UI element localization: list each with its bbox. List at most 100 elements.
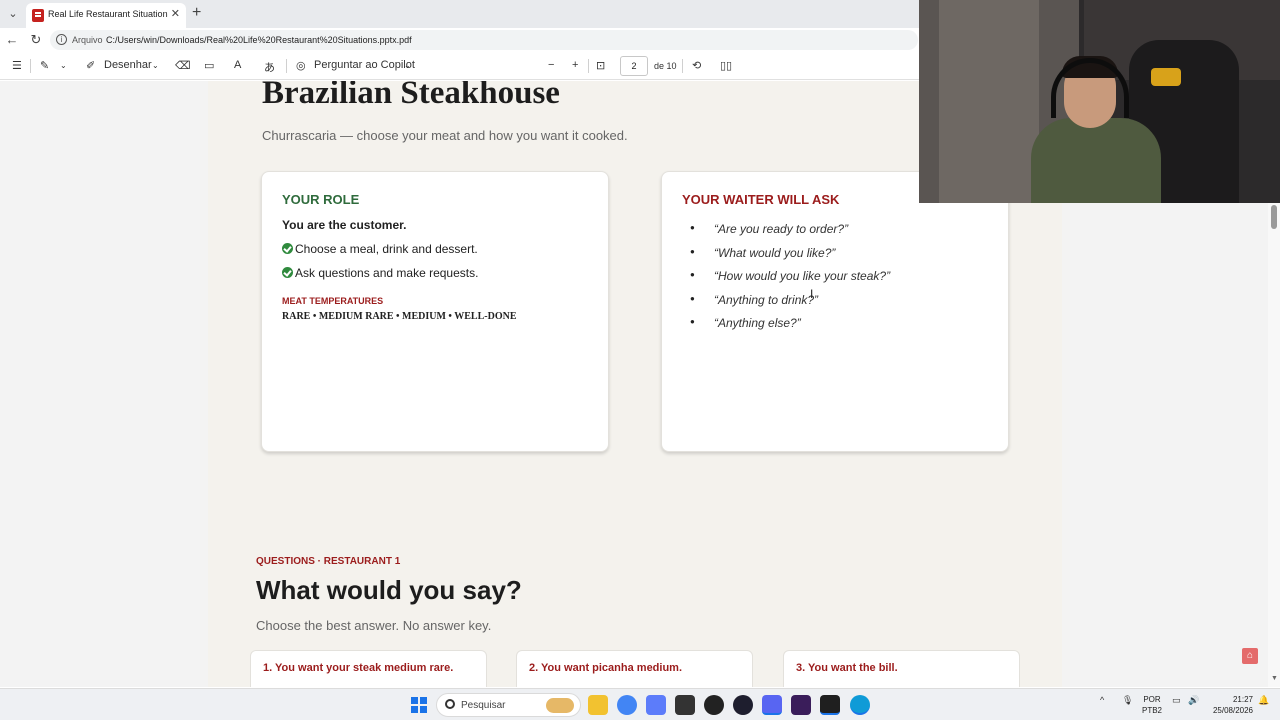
site-info-icon[interactable]: i (56, 34, 67, 45)
slide-kicker: QUESTIONS · RESTAURANT 1 (256, 556, 401, 567)
app-icon-arrow[interactable] (733, 695, 753, 715)
question-card-title: 2. You want picanha medium. (529, 662, 683, 674)
meat-temps-label: MEAT TEMPERATURES (282, 296, 384, 306)
highlighter-icon[interactable]: ✎ (40, 59, 49, 72)
rotate-icon[interactable]: ⟲ (692, 59, 701, 72)
adobe-acrobat-icon[interactable]: ⌂ (1242, 648, 1258, 664)
close-tab-icon[interactable]: ✕ (171, 7, 180, 20)
waiter-card: YOUR WAITER WILL ASK “Are you ready to o… (661, 171, 1009, 452)
tray-chevron-icon[interactable]: ^ (1100, 695, 1104, 705)
check-icon (282, 267, 293, 278)
question-card: 1. You want your steak medium rare. (250, 650, 487, 687)
browser-tab[interactable]: Real Life Restaurant Situations.pptx ✕ (26, 3, 186, 28)
volume-icon[interactable]: 🔊 (1188, 695, 1199, 706)
back-arrow-icon[interactable]: ← (4, 32, 20, 47)
role-item-text: Choose a meal, drink and dessert. (295, 242, 478, 256)
url-field[interactable]: i Arquivo C:/Users/win/Downloads/Real%20… (50, 30, 918, 50)
zoom-out-icon[interactable]: − (548, 59, 554, 71)
copilot-chevron-icon[interactable]: ⌄ (404, 61, 411, 70)
draw-button[interactable]: Desenhar (104, 59, 152, 71)
slide-subtitle: Churrascaria — choose your meat and how … (262, 128, 628, 143)
question-card-title: 1. You want your steak medium rare. (263, 662, 454, 674)
url-text[interactable]: C:/Users/win/Downloads/Real%20Life%20Res… (106, 35, 412, 45)
tab-title: Real Life Restaurant Situations.pptx (48, 9, 168, 19)
language-indicator[interactable]: POR PTB2 (1141, 694, 1163, 716)
tab-strip: ⌄ Real Life Restaurant Situations.pptx ✕… (0, 0, 920, 28)
search-highlight-icon (546, 698, 574, 713)
app-icon-dark-cube[interactable] (675, 695, 695, 715)
toolbar-divider (588, 59, 589, 73)
waiter-questions-list: “Are you ready to order?” “What would yo… (688, 222, 890, 340)
role-item-text: Ask questions and make requests. (295, 266, 479, 280)
tab-search-chevron-icon[interactable]: ⌄ (4, 5, 22, 23)
waiter-question: “Anything to drink?” (688, 293, 890, 317)
slide-page-3: QUESTIONS · RESTAURANT 1 What would you … (208, 520, 1062, 687)
read-aloud-icon[interactable]: A (234, 59, 241, 71)
role-item: Ask questions and make requests. (282, 266, 478, 280)
refresh-icon[interactable]: ↻ (28, 32, 44, 48)
text-cursor-icon: I (810, 287, 814, 301)
obs-icon[interactable] (704, 695, 724, 715)
edge-icon[interactable] (850, 695, 870, 715)
taskbar-search-box[interactable]: Pesquisar (436, 693, 581, 717)
draw-pen-icon[interactable]: ✐ (86, 59, 95, 72)
file-explorer-icon[interactable] (588, 695, 608, 715)
language-code: POR (1143, 695, 1161, 704)
new-tab-button[interactable]: + (192, 4, 201, 22)
taskbar-search-placeholder: Pesquisar (461, 700, 506, 711)
meat-temps-value: RARE • MEDIUM RARE • MEDIUM • WELL-DONE (282, 311, 517, 322)
slide-subtitle: Choose the best answer. No answer key. (256, 618, 492, 633)
waiter-question: “What would you like?” (688, 246, 890, 270)
scrollbar-thumb[interactable] (1271, 205, 1277, 229)
clock[interactable]: 21:27 25/08/2026 (1205, 694, 1253, 716)
highlighter-chevron-icon[interactable]: ⌄ (60, 61, 67, 70)
toolbar-divider (286, 59, 287, 73)
waiter-question: “How would you like your steak?” (688, 269, 890, 293)
windows-start-icon[interactable] (411, 697, 427, 713)
webcam-overlay (919, 0, 1280, 203)
role-card: YOUR ROLE You are the customer. Choose a… (261, 171, 609, 452)
zoom-in-icon[interactable]: + (572, 59, 578, 71)
waiter-card-heading: YOUR WAITER WILL ASK (682, 192, 840, 207)
question-card-title: 3. You want the bill. (796, 662, 898, 674)
page-total-label: de 10 (654, 61, 677, 71)
slide-title: What would you say? (256, 575, 522, 605)
role-item: Choose a meal, drink and dessert. (282, 242, 478, 256)
app-icon-next[interactable] (791, 695, 811, 715)
fit-page-icon[interactable]: ⊡ (596, 59, 605, 72)
chair-logo (1151, 68, 1181, 86)
taskbar: Pesquisar ^ 🎙 POR PTB2 ▭ 🔊 21:27 25/08/2… (0, 688, 1280, 720)
ask-copilot-button[interactable]: Perguntar ao Copilot (314, 59, 415, 71)
search-icon (445, 699, 455, 709)
notification-bell-icon[interactable]: 🔔 (1258, 695, 1269, 706)
translate-icon[interactable]: あ (264, 59, 275, 75)
page-view-icon[interactable]: ▯▯ (720, 59, 732, 72)
app-icon-blue[interactable] (646, 695, 666, 715)
draw-chevron-icon[interactable]: ⌄ (152, 61, 159, 70)
webcam-door (939, 0, 1039, 203)
discord-icon[interactable] (762, 695, 782, 715)
url-scheme-label: Arquivo (72, 35, 103, 45)
toolbar-divider (30, 59, 31, 73)
contents-list-icon[interactable]: ☰ (12, 59, 22, 72)
network-icon[interactable]: ▭ (1172, 695, 1181, 706)
text-box-icon[interactable]: ▭ (204, 59, 214, 72)
question-card: 3. You want the bill. (783, 650, 1020, 687)
webcam-person-body (1031, 118, 1161, 203)
address-bar: ← ↻ i Arquivo C:/Users/win/Downloads/Rea… (0, 28, 920, 52)
eraser-icon[interactable]: ⌫ (175, 59, 191, 72)
microphone-icon[interactable]: 🎙 (1122, 695, 1133, 706)
scroll-down-arrow-icon[interactable]: ▼ (1271, 675, 1278, 682)
slide-title: Brazilian Steakhouse (262, 81, 560, 111)
toolbar-divider (682, 59, 683, 73)
pdf-favicon-icon (32, 9, 44, 22)
clock-time: 21:27 (1232, 695, 1253, 704)
waiter-question: “Anything else?” (688, 316, 890, 340)
terminal-icon[interactable] (820, 695, 840, 715)
copilot-icon[interactable]: ◎ (296, 59, 306, 72)
question-card: 2. You want picanha medium. (516, 650, 753, 687)
role-line: You are the customer. (282, 218, 407, 232)
chrome-icon[interactable] (617, 695, 637, 715)
page-number-input[interactable]: 2 (620, 56, 648, 76)
clock-date: 25/08/2026 (1212, 706, 1253, 715)
